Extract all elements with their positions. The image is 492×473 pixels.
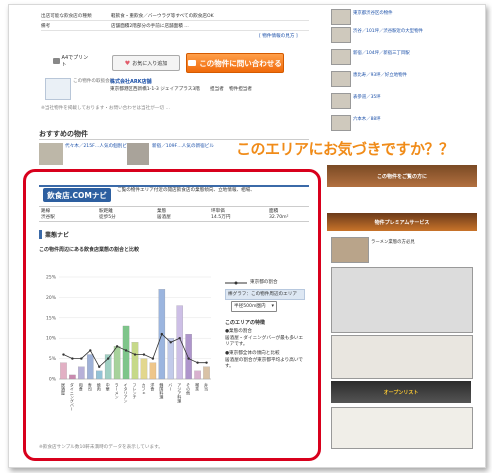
right-link[interactable]: 新宿／104坪／新宿三丁目駅	[353, 50, 410, 56]
company-address: 東京都港区西新橋1-1-3 ジェイアプラス3階	[110, 87, 200, 92]
disclaimer-note: ※当社物件を掲載しております・お問い合わせは当社が一切 …	[41, 106, 171, 111]
envelope-icon	[188, 60, 197, 66]
screenshot-frame: 出店可能な飲食店の種類 軽飲食・重飲食／バーウラグ等すべての飲食店OK 備考 店…	[8, 4, 486, 468]
agent-label: 担当者	[210, 87, 224, 92]
property-thumb[interactable]	[39, 143, 63, 165]
print-button[interactable]: A4でプリント	[53, 55, 91, 68]
banner-premium-top[interactable]: この物件をご覧の方に	[327, 165, 477, 187]
property-thumb[interactable]	[331, 71, 351, 87]
add-favorite-button[interactable]: ♥ お気に入り追加	[112, 55, 180, 71]
property-thumb[interactable]	[331, 49, 351, 65]
callout-annotation: このエリアにお気づきですか？？	[236, 140, 454, 158]
right-link[interactable]: 東京都渋谷区の物件	[353, 10, 393, 16]
print-label: A4でプリント	[61, 55, 89, 68]
property-thumb[interactable]	[331, 115, 351, 131]
property-thumb[interactable]	[127, 143, 149, 165]
company-logo	[45, 78, 71, 100]
right-link[interactable]: 六本木／88坪	[353, 116, 381, 122]
company-caption: この物件の取扱会社	[73, 79, 115, 84]
right-link[interactable]: 表参道／35坪	[353, 94, 381, 100]
product-images[interactable]	[331, 267, 473, 333]
recommend-item[interactable]: 代々木／215F…人気の個別ビル	[65, 144, 132, 150]
printer-icon	[53, 58, 60, 64]
info-value: 軽飲食・重飲食／バーウラグ等すべての飲食店OK	[111, 14, 214, 19]
heart-icon: ♥	[124, 59, 131, 67]
how-to-read-link[interactable]: [ 物件情報の見方 ]	[259, 34, 298, 40]
right-link[interactable]: 恵比寿／93坪／好立地物件	[353, 72, 407, 78]
property-thumb[interactable]	[331, 93, 351, 109]
banner-label: 物件プレミアムサービス	[374, 219, 430, 226]
property-thumb[interactable]	[331, 27, 351, 43]
company-name[interactable]: 株式会社ARK店舗	[110, 78, 152, 85]
info-label: 備考	[41, 24, 51, 29]
info-value: 店舗面積2階部分の手前に店舗面積 …	[111, 24, 189, 29]
info-row-cuisine: 出店可能な飲食店の種類 軽飲食・重飲食／バーウラグ等すべての飲食店OK	[41, 11, 309, 21]
product-images[interactable]	[331, 407, 473, 449]
ad-thumb[interactable]	[331, 237, 369, 263]
highlight-box	[23, 169, 321, 461]
info-label: 出店可能な飲食店の種類	[41, 14, 92, 19]
promo-text[interactable]: ラーメン業態の方必見	[371, 239, 415, 245]
open-list-banner[interactable]: オープンリスト	[331, 381, 471, 403]
product-images[interactable]	[331, 335, 473, 379]
banner-label: この物件をご覧の方に	[376, 173, 427, 180]
agent-name: 物件担当者	[229, 87, 252, 92]
right-link[interactable]: 渋谷／101坪／渋谷駅近の大型物件	[353, 28, 423, 34]
property-thumb[interactable]	[331, 9, 351, 25]
favorite-label: お気に入り追加	[132, 60, 168, 67]
recommend-title: おすすめの物件	[39, 130, 88, 138]
recommend-item[interactable]: 新宿／109F…人気の新宿ビル	[152, 144, 214, 150]
info-row-note: 備考 店舗面積2階部分の手前に店舗面積 …	[41, 21, 309, 31]
banner-premium[interactable]: 物件プレミアムサービス	[327, 213, 477, 231]
inquiry-label: この物件に問い合わせる	[199, 58, 282, 68]
banner-label: オープンリスト	[383, 389, 419, 396]
inquiry-button[interactable]: この物件に問い合わせる	[186, 53, 284, 73]
